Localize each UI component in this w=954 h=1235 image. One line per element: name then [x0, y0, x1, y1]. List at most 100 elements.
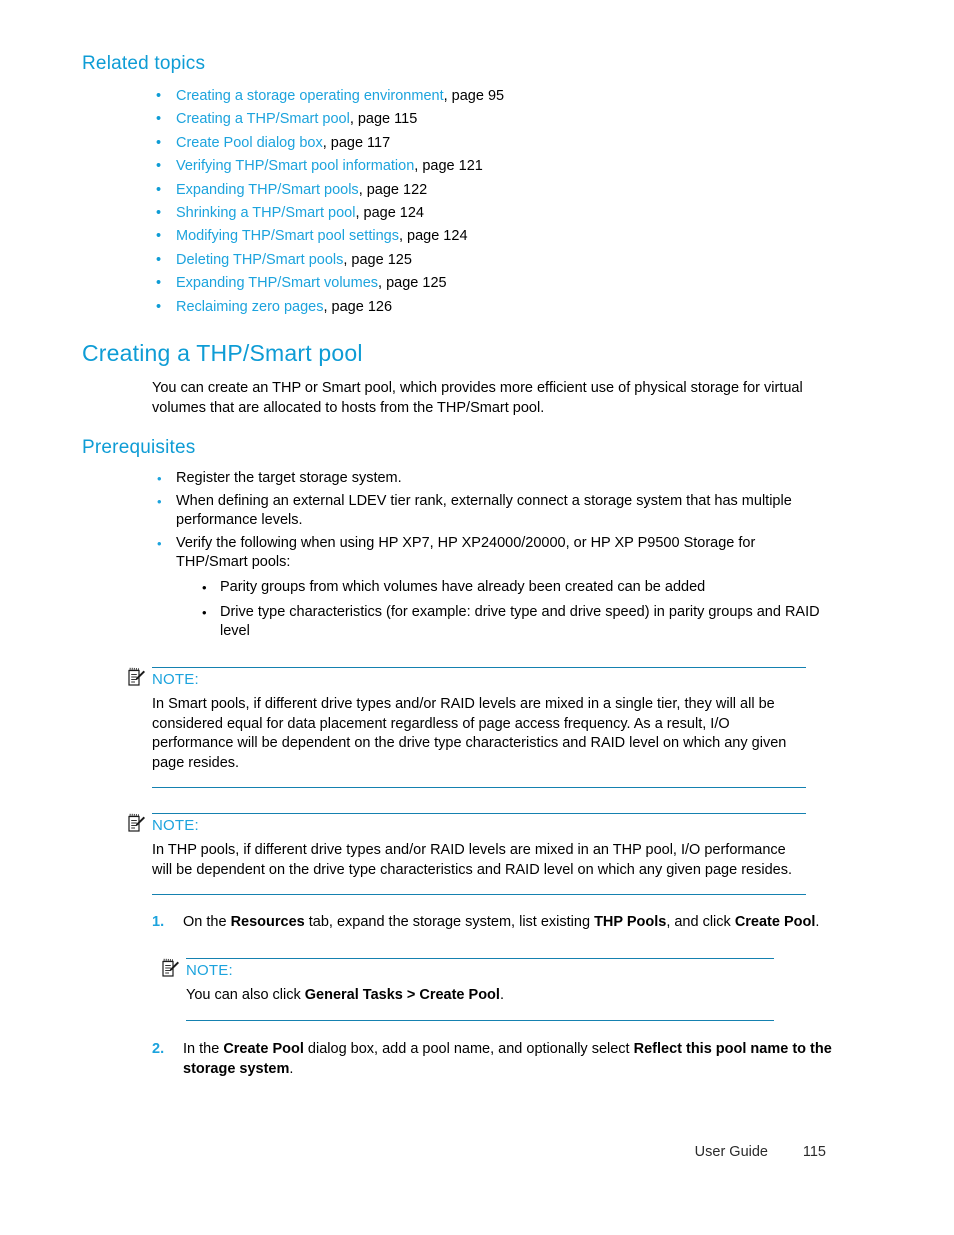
- note-pencil-icon: [162, 958, 180, 978]
- bullet-glyph: •: [156, 205, 162, 222]
- bullet-glyph: •: [156, 251, 162, 268]
- list-item: • Register the target storage system.: [152, 469, 830, 489]
- related-topic-page: , page 125: [343, 251, 412, 268]
- step-text: In the Create Pool dialog box, add a poo…: [183, 1040, 842, 1079]
- list-item[interactable]: • Deleting THP/Smart pools, page 125: [152, 249, 832, 272]
- note-label: NOTE:: [152, 671, 199, 688]
- note-top-rule: [186, 958, 774, 959]
- note-header: NOTE:: [162, 958, 774, 983]
- related-topic-link[interactable]: Expanding THP/Smart pools: [176, 182, 359, 198]
- step-part-bold: Create Pool: [223, 1041, 304, 1057]
- bullet-glyph: •: [202, 579, 207, 595]
- related-topic-page: , page 122: [358, 181, 428, 198]
- note-block: NOTE: You can also click General Tasks >…: [162, 958, 774, 1021]
- sub-list-item: • Drive type characteristics (for exampl…: [198, 603, 830, 642]
- list-item[interactable]: • Create Pool dialog box, page 117: [152, 132, 832, 155]
- related-topic-link[interactable]: Creating a storage operating environment: [176, 88, 444, 104]
- step-part-bold: Create Pool: [734, 914, 816, 930]
- note-part: .: [499, 987, 504, 1003]
- step-part: .: [815, 914, 820, 930]
- note-part-bold: General Tasks > Create Pool: [304, 987, 500, 1003]
- related-topic-link[interactable]: Modifying THP/Smart pool settings: [176, 228, 399, 244]
- related-topic-link[interactable]: Creating a THP/Smart pool: [176, 111, 350, 127]
- sub-list-item-text: Parity groups from which volumes have al…: [220, 578, 706, 595]
- note-block: NOTE: In THP pools, if different drive t…: [128, 813, 806, 896]
- related-topic-page: , page 126: [323, 298, 393, 315]
- related-topic-link[interactable]: Create Pool dialog box: [176, 135, 323, 151]
- list-item[interactable]: • Reclaiming zero pages, page 126: [152, 296, 832, 319]
- related-topic-link[interactable]: Verifying THP/Smart pool information: [176, 158, 414, 174]
- sub-list-item-text: Drive type characteristics (for example:…: [220, 603, 820, 640]
- note-header: NOTE:: [128, 667, 806, 692]
- sub-list-item: • Parity groups from which volumes have …: [198, 578, 830, 598]
- step-part: dialog box, add a pool name, and optiona…: [303, 1041, 634, 1057]
- related-topic-page: , page 117: [322, 134, 391, 151]
- note-body: In THP pools, if different drive types a…: [152, 842, 792, 878]
- related-topic-page: , page 124: [355, 205, 424, 222]
- note-body: In Smart pools, if different drive types…: [152, 696, 787, 771]
- related-topic-link[interactable]: Deleting THP/Smart pools: [176, 252, 343, 268]
- note-pencil-icon: [128, 667, 146, 687]
- step-part: .: [289, 1060, 294, 1077]
- bullet-glyph: •: [156, 158, 162, 175]
- list-item-text: Register the target storage system.: [176, 470, 402, 486]
- note-top-rule: [152, 813, 806, 814]
- step-part: In the: [183, 1041, 224, 1057]
- related-topic-link[interactable]: Shrinking a THP/Smart pool: [176, 205, 355, 221]
- list-item[interactable]: • Expanding THP/Smart pools, page 122: [152, 179, 832, 202]
- related-topics-heading: Related topics: [82, 53, 206, 74]
- footer-label: User Guide: [694, 1144, 768, 1160]
- list-item[interactable]: • Shrinking a THP/Smart pool, page 124: [152, 202, 832, 225]
- section-intro-paragraph: You can create an THP or Smart pool, whi…: [152, 380, 803, 416]
- list-item[interactable]: • Verifying THP/Smart pool information, …: [152, 155, 832, 178]
- list-item[interactable]: • Creating a storage operating environme…: [152, 85, 832, 108]
- note-part: You can also click: [186, 987, 305, 1003]
- note-top-rule: [152, 667, 806, 668]
- bullet-glyph: •: [156, 275, 162, 292]
- related-topic-page: , page 121: [414, 158, 483, 175]
- bullet-glyph: •: [156, 134, 162, 151]
- note-label: NOTE:: [152, 817, 199, 834]
- note-block: NOTE: In Smart pools, if different drive…: [128, 667, 806, 789]
- note-pencil-icon: [128, 813, 146, 833]
- step-part: , and click: [666, 914, 735, 930]
- page-footer: User Guide 115: [0, 1144, 954, 1160]
- bullet-glyph: •: [157, 493, 162, 509]
- step-number: 2.: [152, 1041, 165, 1057]
- step-part: On the: [183, 914, 231, 930]
- related-topics-list: • Creating a storage operating environme…: [152, 85, 832, 319]
- bullet-glyph: •: [157, 471, 162, 486]
- bullet-glyph: •: [156, 228, 162, 245]
- related-topic-link[interactable]: Expanding THP/Smart volumes: [176, 275, 378, 291]
- page-title: Creating a THP/Smart pool: [82, 340, 363, 366]
- step-part-bold: THP Pools: [594, 914, 667, 930]
- list-item[interactable]: • Creating a THP/Smart pool, page 115: [152, 108, 832, 131]
- note-body: You can also click General Tasks > Creat…: [186, 986, 774, 1006]
- bullet-glyph: •: [156, 298, 162, 315]
- list-item[interactable]: • Expanding THP/Smart volumes, page 125: [152, 272, 832, 295]
- note-bottom-rule: [152, 894, 806, 896]
- step-part: tab, expand the storage system, list exi…: [304, 914, 595, 930]
- step-number: 1.: [152, 914, 165, 930]
- bullet-glyph: •: [156, 181, 162, 198]
- related-topic-page: , page 95: [443, 88, 505, 104]
- bullet-glyph: •: [156, 111, 162, 128]
- step-part-bold: Resources: [230, 914, 305, 930]
- bullet-glyph: •: [156, 88, 162, 104]
- step-text: On the Resources tab, expand the storage…: [183, 913, 830, 933]
- related-topic-link[interactable]: Reclaiming zero pages: [176, 299, 324, 315]
- list-item[interactable]: • Modifying THP/Smart pool settings, pag…: [152, 225, 832, 248]
- related-topic-page: , page 125: [378, 275, 447, 292]
- step-item: 2. In the Create Pool dialog box, add a …: [152, 1040, 842, 1079]
- related-topic-page: , page 115: [349, 111, 418, 128]
- note-bottom-rule: [152, 787, 806, 789]
- bullet-glyph: •: [157, 535, 162, 551]
- list-item-text: When defining an external LDEV tier rank…: [176, 492, 792, 529]
- sub-list: • Parity groups from which volumes have …: [198, 578, 830, 642]
- note-label: NOTE:: [186, 962, 233, 979]
- footer-page-number: 115: [802, 1144, 826, 1160]
- list-item: • Verify the following when using HP XP7…: [152, 534, 830, 642]
- note-header: NOTE:: [128, 813, 806, 838]
- note-bottom-rule: [186, 1019, 774, 1021]
- bullet-glyph: •: [202, 604, 207, 620]
